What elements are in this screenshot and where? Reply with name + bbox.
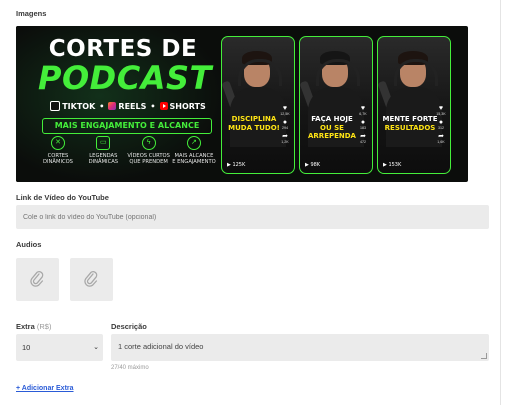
banner-title-line2: PODCAST [38, 59, 212, 97]
views-value: 125K [232, 162, 246, 168]
caption-line2: OU SE ARREPENDA [308, 123, 356, 141]
share-icon: ➦ [282, 133, 288, 140]
card-caption: DISCIPLINA MUDA TUDO! [225, 115, 283, 132]
headphones-icon [238, 59, 282, 86]
feature-line2: E ENGAJAMENTO [172, 159, 216, 165]
podcast-banner-image[interactable]: CORTES DE PODCAST TIKTOK • REELS • SHORT… [16, 26, 468, 182]
platform-label: TIKTOK [62, 101, 96, 111]
separator-dot: • [99, 101, 105, 111]
card-side-icons: ♥ 15,3K ● 312 ➦ 1,6K [435, 105, 447, 144]
audio-upload-slot[interactable] [70, 258, 113, 301]
extra-select[interactable]: 10 ⌄ [16, 334, 103, 361]
views-count: ▶ 98K [305, 162, 321, 168]
share-icon: ➦ [360, 133, 366, 140]
comment-icon: ● [438, 119, 444, 126]
extra-label-text: Extra [16, 322, 35, 331]
card-caption: MENTE FORTE RESULTADOS [381, 115, 439, 132]
platform-label: SHORTS [169, 101, 206, 111]
comments-count: 183 [360, 126, 366, 130]
caption-line2: RESULTADOS [384, 123, 436, 132]
scissors-icon: ✕ [51, 136, 65, 150]
growth-icon: ↗ [186, 136, 201, 150]
video-card: MENTE FORTE RESULTADOS ♥ 15,3K ● 312 ➦ 1,6K… [377, 36, 451, 174]
feature-item: ✕ CORTES DINÂMICOS [36, 136, 80, 165]
headphones-icon [316, 59, 360, 86]
youtube-link-label: Link de Vídeo do YouTube [16, 193, 109, 202]
separator-dot: • [150, 101, 156, 111]
platforms-row: TIKTOK • REELS • SHORTS [40, 100, 216, 112]
likes-count: 12,5K [280, 112, 290, 116]
extra-label: Extra (R$) [16, 322, 51, 331]
extra-selected-value: 10 [22, 343, 31, 352]
caption-line1: DISCIPLINA [231, 115, 277, 123]
caption-line2: MUDA TUDO! [228, 123, 280, 132]
description-textarea[interactable]: 1 corte adicional do vídeo [111, 334, 489, 361]
add-extra-link[interactable]: + Adicionar Extra [16, 385, 74, 392]
caption-line1: MENTE FORTE [382, 115, 438, 123]
feature-line2: DINÂMICAS [88, 159, 119, 165]
tiktok-icon [50, 101, 61, 111]
subtitles-icon: ▭ [96, 136, 111, 150]
description-label: Descrição [111, 322, 147, 331]
card-side-icons: ♥ 6,7K ● 183 ➦ 472 [357, 105, 369, 144]
views-count: ▶ 153K [383, 162, 402, 168]
share-icon: ➦ [438, 133, 444, 140]
paperclip-icon [30, 271, 44, 287]
views-count: ▶ 125K [227, 162, 246, 168]
chevron-down-icon: ⌄ [93, 344, 99, 351]
caption-line1: FAÇA HOJE [311, 115, 353, 123]
feature-line2: QUE PRENDEM [129, 159, 168, 165]
platform-tiktok: TIKTOK [50, 101, 95, 111]
feature-item: ↗ MAIS ALCANCE E ENGAJAMENTO [172, 136, 216, 165]
likes-count: 15,3K [436, 112, 446, 116]
platform-shorts: SHORTS [159, 101, 206, 111]
heart-icon: ♥ [438, 105, 444, 112]
video-card: FAÇA HOJE OU SE ARREPENDA ♥ 6,7K ● 183 ➦ 47… [299, 36, 373, 174]
heart-icon: ♥ [360, 105, 366, 112]
resize-handle-icon[interactable] [481, 353, 487, 359]
platform-reels: REELS [108, 102, 146, 111]
comment-icon: ● [360, 119, 366, 126]
character-counter: 27/40 máximo [111, 365, 149, 371]
platform-label: REELS [118, 101, 147, 111]
shares-count: 1,2K [281, 140, 289, 144]
feature-item: ▭ LEGENDAS DINÂMICAS [81, 136, 125, 165]
feature-line2: DINÂMICOS [43, 159, 73, 165]
heart-icon: ♥ [282, 105, 288, 112]
video-card: DISCIPLINA MUDA TUDO! ♥ 12,5K ● 294 ➦ 1,2K … [221, 36, 295, 174]
reels-icon [108, 102, 117, 110]
paperclip-icon [84, 271, 98, 287]
headphones-icon [394, 59, 438, 86]
views-value: 153K [388, 162, 402, 168]
comment-icon: ● [282, 119, 288, 126]
panel-divider [500, 0, 501, 405]
engagement-banner: MAIS ENGAJAMENTO E ALCANCE [42, 118, 212, 134]
card-caption: FAÇA HOJE OU SE ARREPENDA [303, 115, 361, 141]
shares-count: 1,6K [437, 140, 445, 144]
youtube-shorts-icon [159, 102, 168, 110]
features-row: ✕ CORTES DINÂMICOS ▭ LEGENDAS DINÂMICAS … [36, 136, 216, 165]
shares-count: 472 [360, 140, 366, 144]
extra-currency-hint: (R$) [36, 322, 52, 331]
likes-count: 6,7K [359, 112, 367, 116]
description-value: 1 corte adicional do vídeo [118, 342, 204, 351]
feature-item: ϟ VÍDEOS CURTOS QUE PRENDEM [127, 136, 171, 165]
images-section-label: Imagens [16, 9, 47, 18]
audio-upload-slot[interactable] [16, 258, 59, 301]
youtube-link-input[interactable] [16, 205, 489, 229]
audios-label: Audios [16, 240, 42, 249]
card-side-icons: ♥ 12,5K ● 294 ➦ 1,2K [279, 105, 291, 144]
lightning-icon: ϟ [141, 136, 156, 150]
views-value: 98K [310, 162, 321, 168]
comments-count: 312 [438, 126, 444, 130]
comments-count: 294 [282, 126, 288, 130]
